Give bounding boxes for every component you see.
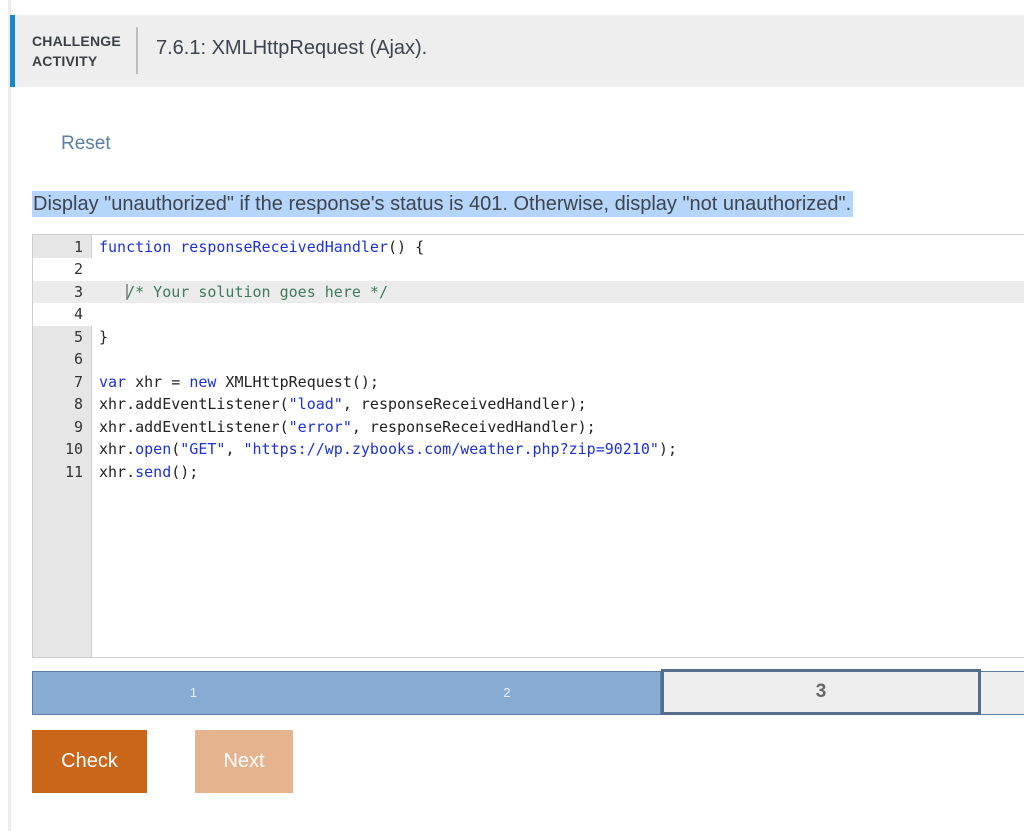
line-number: 2 xyxy=(73,260,83,278)
level-progress-bar: 1 2 3 xyxy=(32,669,1024,715)
code-editor[interactable]: 1 function responseReceivedHandler() { 2 3 … xyxy=(32,234,1024,658)
code-text[interactable]: xhr.addEventListener("load", responseRec… xyxy=(99,393,587,416)
code-line[interactable]: 10 xhr.open("GET", "https://wp.zybooks.co… xyxy=(33,438,1024,461)
code-line[interactable]: 1 function responseReceivedHandler() { xyxy=(33,235,1024,259)
activity-type-line1: CHALLENGE xyxy=(32,33,121,49)
line-number: 7 xyxy=(73,372,83,391)
activity-title: 7.6.1: XMLHttpRequest (Ajax). xyxy=(156,37,428,59)
header-divider xyxy=(136,27,138,74)
code-text[interactable]: /* Your solution goes here */ xyxy=(99,281,388,304)
activity-header: CHALLENGE ACTIVITY 7.6.1: XMLHttpRequest… xyxy=(10,15,1024,87)
code-text[interactable]: function responseReceivedHandler() { xyxy=(99,236,424,259)
line-number: 3 xyxy=(73,282,83,301)
code-line[interactable]: 4 xyxy=(33,303,1024,326)
line-number: 5 xyxy=(73,327,83,346)
header-accent-bar xyxy=(10,15,15,87)
check-button[interactable]: Check xyxy=(32,730,147,793)
code-line[interactable]: 6 xyxy=(33,348,1024,371)
code-text[interactable]: xhr.send(); xyxy=(99,461,198,484)
code-text[interactable]: } xyxy=(99,326,108,349)
line-number: 6 xyxy=(73,350,83,368)
level-3-segment-current[interactable]: 3 xyxy=(661,669,981,715)
code-line[interactable]: 9 xhr.addEventListener("error", responseR… xyxy=(33,416,1024,439)
reset-link[interactable]: Reset xyxy=(61,133,111,155)
activity-type-line2: ACTIVITY xyxy=(32,53,98,69)
level-1-segment[interactable]: 1 xyxy=(32,671,355,715)
challenge-prompt: Display "unauthorized" if the response's… xyxy=(32,191,854,217)
code-line[interactable]: 7 var xhr = new XMLHttpRequest(); xyxy=(33,371,1024,394)
code-line[interactable]: 5} xyxy=(33,325,1024,349)
line-number: 9 xyxy=(73,417,83,436)
code-line[interactable]: 8 xhr.addEventListener("load", responseRe… xyxy=(33,393,1024,416)
line-number: 8 xyxy=(73,395,83,413)
code-line[interactable]: 2 xyxy=(33,258,1024,281)
code-line[interactable]: 11 xhr.send(); xyxy=(33,461,1024,484)
line-number: 1 xyxy=(73,237,83,256)
code-text[interactable]: var xhr = new XMLHttpRequest(); xyxy=(99,371,379,394)
code-text[interactable]: xhr.addEventListener("error", responseRe… xyxy=(99,416,596,439)
code-text[interactable]: xhr.open("GET", "https://wp.zybooks.com/… xyxy=(99,438,677,461)
next-button[interactable]: Next xyxy=(195,730,293,793)
left-border xyxy=(8,0,11,831)
level-2-segment[interactable]: 2 xyxy=(354,671,661,715)
line-number: 4 xyxy=(73,305,83,323)
level-remaining-segment xyxy=(981,671,1024,715)
code-line[interactable]: 3 /* Your solution goes here */ xyxy=(33,280,1024,304)
line-number: 11 xyxy=(64,462,83,481)
line-number: 10 xyxy=(64,440,83,458)
activity-type-label: CHALLENGE ACTIVITY xyxy=(32,31,121,71)
